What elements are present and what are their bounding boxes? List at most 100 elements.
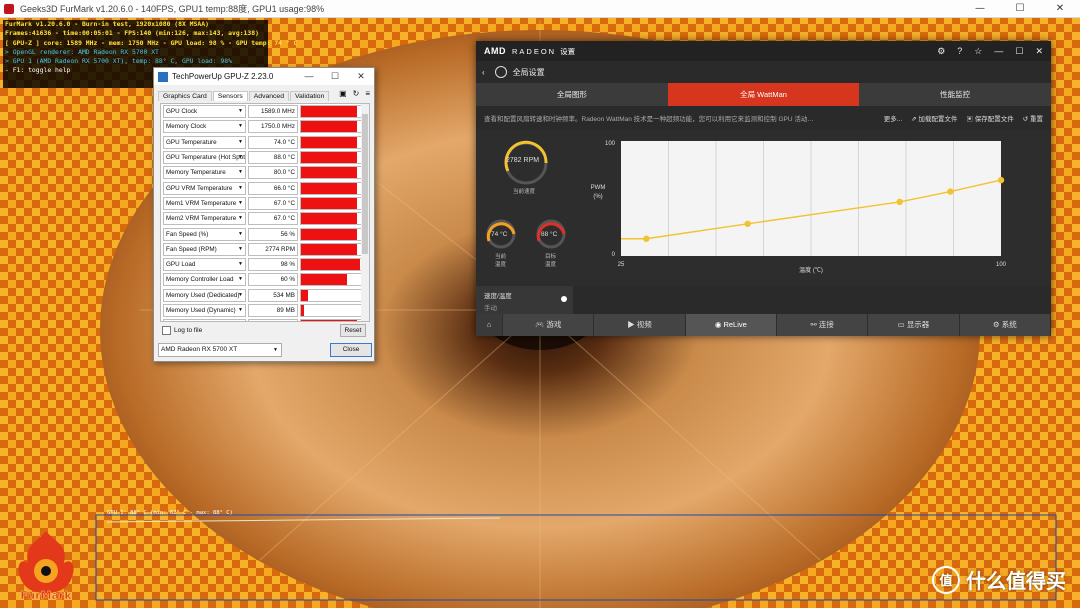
menu-icon[interactable]: ≡ [365, 89, 370, 98]
sensor-graph-fill [301, 320, 358, 321]
nav-video[interactable]: ▶ 视频 [594, 314, 686, 336]
sensor-graph-fill [301, 152, 358, 164]
sensor-name-select[interactable]: Memory Controller Load ▼ [163, 273, 246, 287]
nav-display[interactable]: ▭ 显示器 [868, 314, 960, 336]
target-value: 88 °C [541, 231, 558, 238]
camera-icon[interactable]: ▣ [339, 89, 347, 98]
sensor-name-select[interactable]: Mem1 VRM Temperature ▼ [163, 196, 246, 210]
radeon-tabs: 全局图形 全局 WattMan 性能监控 [476, 83, 1051, 106]
sensor-name-select[interactable]: Memory Clock ▼ [163, 120, 246, 134]
sensor-name-select[interactable]: GPU VRM Temperature ▼ [163, 181, 246, 195]
sensor-row: Memory Used (Dedicated) ▼ 534 MB [161, 288, 369, 303]
nav-connect-label: 连接 [818, 320, 834, 329]
close-icon[interactable]: ✕ [1035, 46, 1043, 57]
sensor-name-select[interactable]: Fan Speed (RPM) ▼ [163, 242, 246, 256]
sensor-value: 1750.0 MHz [248, 120, 298, 134]
sensor-graph-fill [301, 197, 358, 209]
minimize-icon[interactable]: — [296, 71, 322, 82]
help-icon[interactable]: ? [957, 46, 962, 57]
minimize-icon[interactable]: — [994, 46, 1003, 57]
sensor-name-select[interactable]: Fan Speed (%) ▼ [163, 227, 246, 241]
nav-video-label: 视频 [636, 320, 652, 329]
tab-validation[interactable]: Validation [290, 91, 330, 101]
sensor-graph-fill [301, 213, 358, 225]
sensor-name-select[interactable]: Mem2 VRM Temperature ▼ [163, 212, 246, 226]
fan-curve-point[interactable] [896, 198, 903, 206]
nav-gaming[interactable]: 🎮 游戏 [503, 314, 595, 336]
x-tick-label: 25 [618, 262, 625, 268]
refresh-icon[interactable]: ↻ [353, 89, 360, 98]
osd-line: > GPU 1 (AMD Radeon RX 5700 XT), temp: 8… [5, 57, 233, 66]
save-profile-button[interactable]: ▣ 保存配置文件 [966, 113, 1013, 123]
more-link[interactable]: 更多... [884, 113, 902, 123]
fan-curve-point[interactable] [643, 235, 650, 242]
zhi-logo-icon: 值 [932, 565, 960, 594]
target-label-2: 温度 [545, 262, 557, 268]
minimize-icon[interactable]: — [960, 3, 1000, 14]
close-button[interactable]: Close [330, 343, 372, 357]
fan-curve-point[interactable] [947, 188, 954, 195]
fan-mode-panel[interactable]: 速度/温度 手动 [476, 286, 573, 314]
sensor-name-select[interactable]: Memory Used (Dedicated) ▼ [163, 288, 246, 302]
sensor-row: Memory Controller Load ▼ 60 % [161, 272, 369, 287]
maximize-icon[interactable]: ☐ [1000, 3, 1040, 14]
tab-performance-monitor[interactable]: 性能监控 [859, 83, 1051, 106]
back-icon[interactable]: ‹ [482, 68, 485, 77]
fan-curve-point[interactable] [997, 176, 1005, 184]
tab-sensors[interactable]: Sensors [212, 91, 248, 101]
chevron-down-icon: ▼ [238, 123, 243, 130]
close-icon[interactable]: ✕ [1040, 3, 1080, 14]
amd-logo: AMD [484, 46, 506, 56]
nav-system[interactable]: ⚙ 系统 [960, 314, 1051, 336]
sensor-name-select[interactable]: Memory Used (Dynamic) ▼ [163, 304, 246, 317]
fan-mode-row: 速度/温度 手动 [476, 286, 1051, 314]
chevron-down-icon: ▼ [238, 307, 243, 313]
log-to-file-checkbox[interactable] [162, 326, 171, 335]
fan-curve-chart[interactable]: PWM (%) 100 025 100 温度 (℃) [581, 131, 1051, 286]
reset-button[interactable]: Reset [340, 324, 366, 337]
save-profile-label: 保存配置文件 [974, 116, 1014, 123]
sensor-row: Fan Speed (RPM) ▼ 2774 RPM [161, 242, 369, 257]
bug-icon[interactable]: ⚙ [937, 46, 945, 57]
star-icon[interactable]: ☆ [974, 46, 982, 57]
load-profile-button[interactable]: ⇗ 加载配置文件 [911, 113, 957, 123]
close-icon[interactable]: ✕ [348, 71, 374, 82]
tab-global-wattman[interactable]: 全局 WattMan [667, 83, 860, 106]
y-axis-label: PWM [591, 185, 606, 191]
scrollbar-thumb[interactable] [362, 114, 368, 254]
sensor-name: Mem2 VRM Temperature [166, 215, 237, 223]
osd-line: FurMark v1.20.6.0 - Burn-in test, 1920x1… [5, 20, 209, 28]
maximize-icon[interactable]: ☐ [322, 71, 348, 82]
gpuz-app-icon [158, 71, 168, 82]
scrollbar[interactable] [361, 104, 369, 321]
sensor-name-select[interactable]: GPU Clock ▼ [163, 105, 246, 119]
globe-icon [494, 66, 507, 78]
sensor-name-select[interactable]: GPU Load ▼ [163, 258, 246, 272]
nav-connect[interactable]: ⚯ 连接 [777, 314, 869, 336]
sensor-graph [300, 212, 368, 226]
maximize-icon[interactable]: ☐ [1015, 46, 1023, 57]
sensor-name: Memory Used (Dedicated) [166, 291, 240, 299]
gpuz-titlebar[interactable]: TechPowerUp GPU-Z 2.23.0 — ☐ ✕ [154, 68, 374, 85]
log-to-file-row[interactable]: Log to file [162, 326, 202, 335]
home-icon[interactable]: ⌂ [476, 314, 503, 336]
nav-relive[interactable]: ◉ ReLive [685, 314, 777, 336]
tab-global-graphics[interactable]: 全局图形 [476, 83, 668, 106]
sensor-name-select[interactable]: GPU Chip Power Draw▼ [163, 319, 246, 321]
sensor-value: 98 % [248, 258, 298, 272]
x-axis-label: 温度 (℃) [799, 266, 823, 274]
sensor-name-select[interactable]: GPU Temperature ▼ [163, 135, 246, 149]
target-label-1: 目标 [545, 254, 557, 260]
sensor-row: Mem1 VRM Temperature ▼ 67.0 °C [161, 196, 369, 211]
tab-graphics-card[interactable]: Graphics Card [158, 91, 212, 101]
reset-button[interactable]: ↺ 重置 [1023, 113, 1043, 123]
sensor-name-select[interactable]: GPU Temperature (Hot Spot) ▼ [163, 151, 246, 165]
tab-advanced[interactable]: Advanced [248, 91, 289, 101]
fan-curve-point[interactable] [744, 220, 751, 227]
osd-line: > OpenGL renderer: AMD Radeon RX 5700 XT [5, 47, 159, 56]
rpm-label: 当前速度 [513, 189, 536, 195]
sensor-graph-fill [301, 274, 348, 286]
fan-mode-toggle[interactable] [561, 296, 567, 302]
sensor-name-select[interactable]: Memory Temperature ▼ [163, 166, 246, 180]
device-select[interactable]: AMD Radeon RX 5700 XT ▼ [158, 343, 282, 357]
